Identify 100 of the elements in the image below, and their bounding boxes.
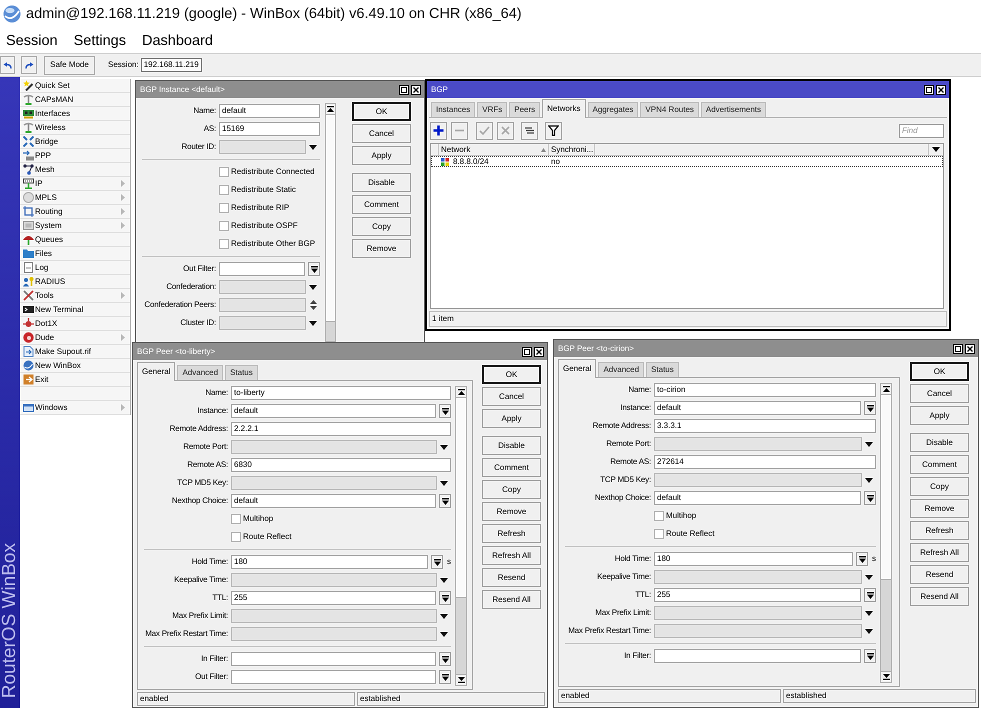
dropdown-button[interactable] (439, 591, 451, 605)
sidebar-item[interactable]: Windows (20, 401, 130, 415)
dialog-button[interactable]: Disable (910, 433, 969, 452)
sidebar-item[interactable]: Wireless (20, 121, 130, 135)
dropdown-field[interactable] (231, 573, 437, 587)
checkbox[interactable] (654, 529, 664, 539)
dropdown-button[interactable] (439, 652, 451, 666)
sidebar-item[interactable]: Bridge (20, 135, 130, 149)
dropdown-field[interactable]: 255 (654, 588, 861, 602)
dialog-button[interactable]: Disable (352, 173, 411, 192)
dropdown-field[interactable] (654, 473, 862, 487)
caret-icon[interactable] (440, 578, 448, 582)
dropdown-field[interactable] (231, 609, 437, 623)
tab[interactable]: Advanced (177, 365, 224, 380)
session-field[interactable]: 192.168.11.219 (140, 58, 202, 72)
dialog-button[interactable]: Refresh (482, 524, 541, 543)
caret-icon[interactable] (932, 147, 940, 152)
dialog-button[interactable]: Comment (352, 195, 411, 214)
checkbox[interactable] (219, 221, 229, 231)
text-field[interactable]: 15169 (219, 122, 320, 136)
column-header[interactable]: Network (439, 144, 549, 155)
dialog-button[interactable]: OK (352, 102, 411, 121)
caret-icon[interactable] (309, 284, 317, 290)
dialog-button[interactable]: Comment (482, 458, 541, 477)
dropdown-field[interactable]: 180 (231, 555, 428, 569)
spin-field[interactable] (219, 298, 306, 312)
dropdown-field[interactable] (231, 440, 437, 454)
checkbox[interactable] (654, 511, 664, 521)
close-icon[interactable] (936, 84, 946, 94)
dialog-button[interactable]: Refresh All (910, 543, 969, 562)
dropdown-button[interactable] (856, 552, 868, 566)
sidebar-item[interactable]: System (20, 219, 130, 233)
table-row[interactable]: 8.8.8.0/24 no (431, 156, 943, 167)
text-field[interactable]: 6830 (231, 458, 451, 472)
dropdown-button[interactable] (308, 262, 320, 276)
dialog-button[interactable]: Disable (482, 436, 541, 455)
dialog-button[interactable]: Refresh (910, 521, 969, 540)
dialog-button[interactable]: Comment (910, 455, 969, 474)
dropdown-field[interactable]: 255 (231, 591, 436, 605)
dropdown-button[interactable] (439, 670, 451, 684)
scrollbar[interactable] (325, 103, 336, 342)
dropdown-button[interactable] (864, 491, 876, 505)
dialog-button[interactable]: Cancel (482, 387, 541, 406)
add-button[interactable] (430, 122, 447, 140)
caret-icon[interactable] (309, 144, 317, 150)
dropdown-field[interactable]: default (231, 494, 436, 508)
sidebar-item[interactable]: Dude (20, 331, 130, 345)
dialog-button[interactable]: Remove (482, 502, 541, 521)
dialog-button[interactable]: Resend All (910, 587, 969, 606)
tab[interactable]: General (137, 362, 176, 381)
sidebar-item[interactable]: IP (20, 177, 130, 191)
sidebar-item[interactable]: Mesh (20, 163, 130, 177)
caret-icon[interactable] (440, 480, 448, 486)
text-field[interactable]: to-cirion (654, 383, 876, 397)
sidebar-item[interactable]: Tools (20, 289, 130, 303)
dialog-button[interactable]: Cancel (352, 124, 411, 143)
text-field[interactable]: 3.3.3.1 (654, 419, 876, 433)
tab[interactable]: Networks (542, 99, 586, 118)
dropdown-field[interactable]: default (231, 404, 436, 418)
maximize-icon[interactable] (522, 346, 532, 356)
menu-item[interactable]: Session (6, 32, 58, 50)
comment-button[interactable] (521, 122, 538, 140)
close-icon[interactable] (411, 84, 421, 94)
checkbox[interactable] (219, 167, 229, 177)
checkbox[interactable] (231, 532, 241, 542)
dialog-button[interactable]: Refresh All (482, 546, 541, 565)
checkbox[interactable] (231, 514, 241, 524)
dropdown-button[interactable] (439, 494, 451, 508)
text-field[interactable]: 2.2.2.1 (231, 422, 451, 436)
checkbox[interactable] (219, 203, 229, 213)
text-field[interactable]: 272614 (654, 455, 876, 469)
sidebar-item[interactable]: Interfaces (20, 107, 130, 121)
column-header[interactable]: Synchroni... (549, 144, 595, 155)
tab[interactable]: Peers (509, 102, 540, 117)
caret-icon[interactable] (865, 442, 873, 446)
close-icon[interactable] (965, 344, 975, 354)
caret-icon[interactable] (865, 478, 873, 482)
dialog-button[interactable]: OK (910, 362, 969, 381)
dropdown-field[interactable] (654, 606, 862, 620)
sidebar-item[interactable]: PPP (20, 149, 130, 163)
safe-mode-button[interactable]: Safe Mode (44, 56, 95, 74)
sidebar-item[interactable]: New Terminal (20, 303, 130, 317)
caret-icon[interactable] (865, 574, 873, 580)
menu-item[interactable]: Settings (74, 32, 126, 50)
dropdown-button[interactable] (431, 555, 443, 569)
dropdown-field[interactable] (654, 624, 862, 638)
maximize-icon[interactable] (924, 84, 934, 94)
tab[interactable]: General (558, 359, 596, 378)
checkbox[interactable] (219, 185, 229, 195)
sidebar-item[interactable]: Files (20, 247, 130, 261)
arrow-up-icon[interactable] (882, 386, 890, 392)
sidebar-item[interactable]: Log (20, 261, 130, 275)
dropdown-field[interactable]: 180 (654, 552, 853, 566)
dialog-button[interactable]: Remove (352, 239, 411, 258)
sidebar-item[interactable]: CAPsMAN (20, 93, 130, 107)
dialog-button[interactable]: Apply (910, 406, 969, 425)
sidebar-item[interactable]: MPLS (20, 191, 130, 205)
sidebar-item[interactable]: Queues (20, 233, 130, 247)
dialog-button[interactable]: Apply (482, 409, 541, 428)
sidebar-item[interactable]: New WinBox (20, 359, 130, 373)
